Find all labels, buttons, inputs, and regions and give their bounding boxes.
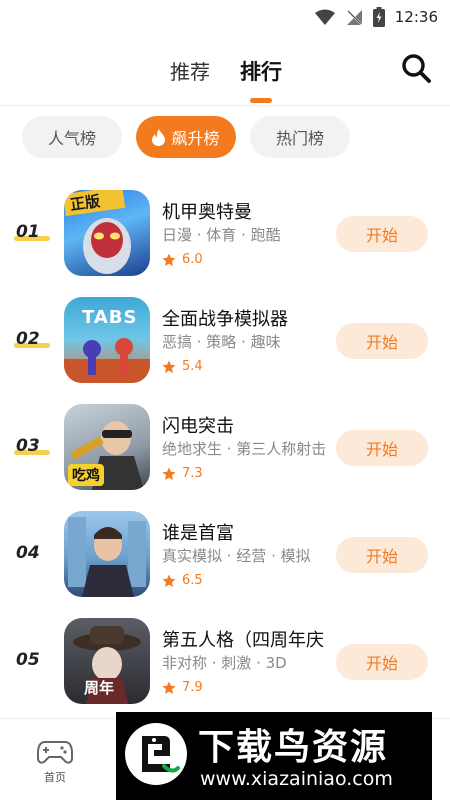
nav-home[interactable]: 首页 xyxy=(28,739,82,785)
star-icon xyxy=(162,360,176,373)
star-icon xyxy=(162,467,176,480)
game-row[interactable]: 03 吃鸡 闪电突击 绝地求生 · 第三人称射击 7.3 开始 xyxy=(0,394,450,494)
bird-logo-icon xyxy=(125,723,187,785)
game-score: 7.3 xyxy=(182,466,203,481)
status-icons: 12:36 xyxy=(314,6,438,28)
site-watermark: 下载鸟资源 www.xiazainiao.com xyxy=(116,712,432,800)
game-rating: 5.4 xyxy=(162,359,203,374)
game-icon[interactable]: 正版 xyxy=(64,190,150,276)
wifi-icon xyxy=(314,9,335,25)
start-button[interactable]: 开始 xyxy=(336,430,428,466)
game-row[interactable]: 01 正版 机甲奥特曼 日漫 · 体育 · 跑酷 6.0 开始 xyxy=(0,180,450,280)
watermark-title: 下载鸟资源 xyxy=(198,727,389,768)
top-header: 推荐 排行 xyxy=(0,34,450,106)
game-icon[interactable] xyxy=(64,511,150,597)
active-tab-indicator xyxy=(250,98,272,103)
star-icon xyxy=(162,574,176,587)
game-tags: 非对称 · 刺激 · 3D xyxy=(162,654,287,672)
tab-ranking[interactable]: 排行 xyxy=(240,56,282,86)
nav-home-label: 首页 xyxy=(44,771,66,784)
start-button[interactable]: 开始 xyxy=(336,644,428,680)
game-title: 谁是首富 xyxy=(162,523,234,544)
rank-number: 03 xyxy=(16,436,40,456)
game-rating: 7.3 xyxy=(162,466,203,481)
game-tags: 恶搞 · 策略 · 趣味 xyxy=(162,333,281,351)
game-tags: 真实模拟 · 经营 · 模拟 xyxy=(162,547,311,565)
game-score: 6.5 xyxy=(182,573,203,588)
game-rating: 6.0 xyxy=(162,252,203,267)
game-row[interactable]: 05 周年 第五人格（四周年庆 非对称 · 刺激 · 3D 7.9 开始 xyxy=(0,608,450,708)
game-icon[interactable]: 吃鸡 xyxy=(64,404,150,490)
status-time: 12:36 xyxy=(394,8,438,26)
game-row[interactable]: 04 谁是首富 真实模拟 · 经营 · 模拟 6.5 开始 xyxy=(0,501,450,601)
game-icon-badge: 正版 xyxy=(68,191,102,214)
filter-hot-chip[interactable]: 热门榜 xyxy=(250,116,350,158)
game-row[interactable]: 02 TABS 全面战争模拟器 恶搞 · 策略 · 趣味 5.4 开始 xyxy=(0,287,450,387)
rank-number: 02 xyxy=(16,329,40,349)
filter-popular-chip[interactable]: 人气榜 xyxy=(22,116,122,158)
game-title: 闪电突击 xyxy=(162,416,234,437)
flame-icon xyxy=(152,128,166,146)
game-icon-badge: 周年 xyxy=(84,679,115,697)
game-score: 5.4 xyxy=(182,359,203,374)
filter-label: 热门榜 xyxy=(275,129,324,148)
game-icon-badge: 吃鸡 xyxy=(68,464,104,486)
filter-rising-chip[interactable]: 飙升榜 xyxy=(136,116,236,158)
game-icon[interactable]: 周年 xyxy=(64,618,150,704)
battery-icon xyxy=(372,7,385,27)
ranking-filters: 人气榜 飙升榜 热门榜 xyxy=(0,116,450,158)
game-title: 全面战争模拟器 xyxy=(162,309,288,330)
game-score: 6.0 xyxy=(182,252,203,267)
tab-recommend[interactable]: 推荐 xyxy=(170,56,210,85)
star-icon xyxy=(162,681,176,694)
star-icon xyxy=(162,253,176,266)
game-rating: 6.5 xyxy=(162,573,203,588)
game-tags: 日漫 · 体育 · 跑酷 xyxy=(162,226,281,244)
filter-label: 人气榜 xyxy=(47,129,96,148)
game-score: 7.9 xyxy=(182,680,203,695)
status-bar: 12:36 xyxy=(0,0,450,34)
search-icon[interactable] xyxy=(400,52,432,84)
rank-number: 05 xyxy=(16,650,40,670)
game-rating: 7.9 xyxy=(162,680,203,695)
watermark-url: www.xiazainiao.com xyxy=(200,768,393,790)
gamepad-icon xyxy=(37,741,73,764)
filter-label: 飙升榜 xyxy=(171,129,220,148)
rank-number: 04 xyxy=(16,543,40,563)
game-icon-badge: TABS xyxy=(82,307,138,328)
game-icon[interactable]: TABS xyxy=(64,297,150,383)
start-button[interactable]: 开始 xyxy=(336,537,428,573)
game-tags: 绝地求生 · 第三人称射击 xyxy=(162,440,327,458)
game-title: 机甲奥特曼 xyxy=(162,202,252,223)
rank-number: 01 xyxy=(16,222,40,242)
start-button[interactable]: 开始 xyxy=(336,323,428,359)
start-button[interactable]: 开始 xyxy=(336,216,428,252)
no-signal-icon xyxy=(346,9,363,26)
game-title: 第五人格（四周年庆 xyxy=(162,630,324,651)
